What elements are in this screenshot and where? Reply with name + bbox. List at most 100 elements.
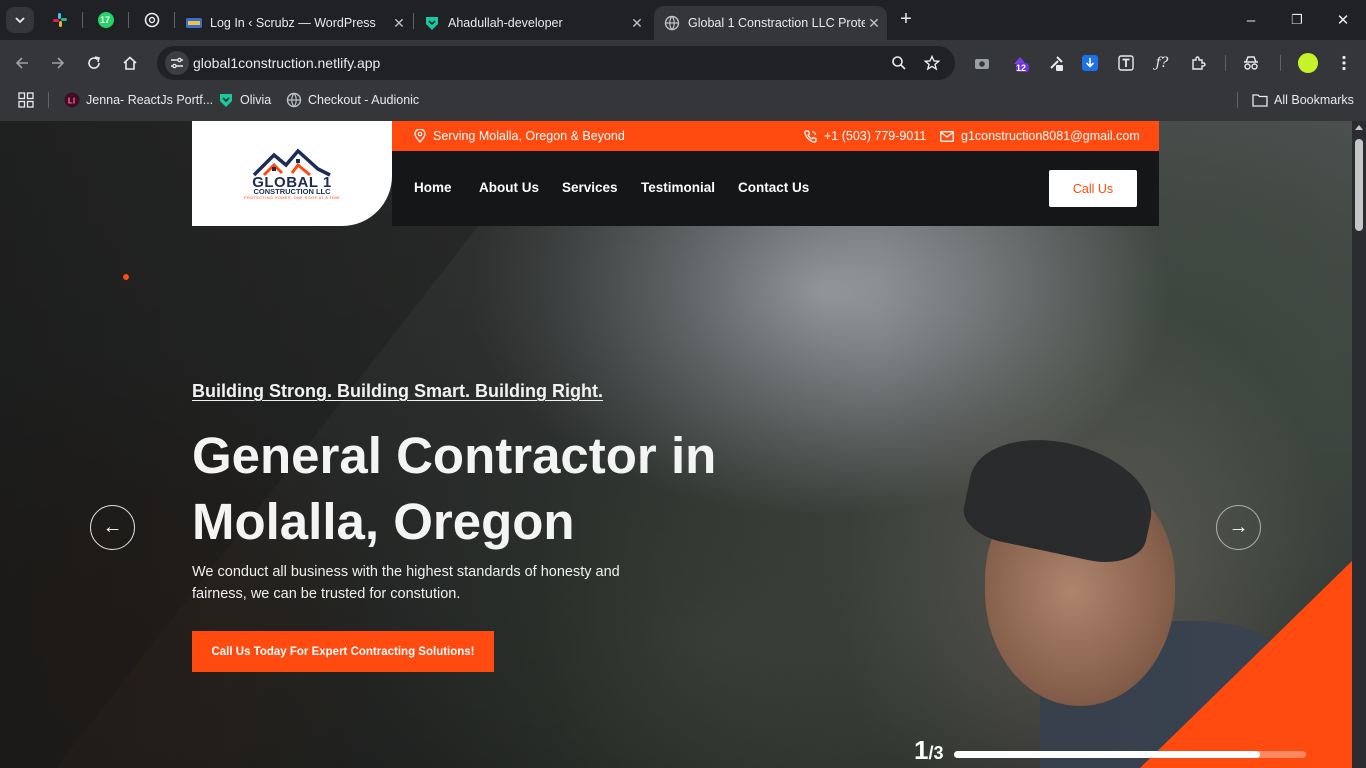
font-extension-icon[interactable]: ƒ? xyxy=(1152,53,1172,73)
shield-favicon-icon xyxy=(424,15,440,31)
openai-icon xyxy=(144,12,160,28)
bookmark-star-icon[interactable] xyxy=(923,54,941,72)
folder-icon xyxy=(1252,92,1268,108)
slide-counter: 1/3 xyxy=(914,735,943,766)
eyedropper-extension-icon[interactable] xyxy=(1046,53,1066,73)
nav-services[interactable]: Services xyxy=(562,180,618,195)
screenshot-extension-icon[interactable] xyxy=(972,53,992,73)
extensions-puzzle-icon[interactable] xyxy=(1188,53,1208,73)
close-window-button[interactable]: ✕ xyxy=(1320,6,1366,34)
all-bookmarks-button[interactable]: All Bookmarks xyxy=(1252,91,1354,109)
slide-total: /3 xyxy=(928,743,944,763)
tab-search-button[interactable] xyxy=(6,7,34,33)
main-navbar: Home About Us Services Testimonial Conta… xyxy=(392,151,1159,226)
bookmark-jenna[interactable]: Ll Jenna- ReactJs Portf... xyxy=(64,91,213,109)
tab-close-button[interactable]: ✕ xyxy=(628,15,646,32)
all-bookmarks-label: All Bookmarks xyxy=(1274,93,1354,107)
bookmark-olivia[interactable]: Olivia xyxy=(218,91,271,109)
site-info-button[interactable] xyxy=(165,51,189,75)
phone-text: +1 (503) 779-9011 xyxy=(824,129,927,143)
nav-about-us[interactable]: About Us xyxy=(479,180,539,195)
extension-purple-icon[interactable]: 12 xyxy=(1010,53,1030,73)
reload-icon xyxy=(88,56,100,69)
extension-badge: 12 xyxy=(1016,63,1027,73)
slider-prev-button[interactable]: ← xyxy=(90,505,135,550)
slider-next-button[interactable]: → xyxy=(1216,505,1261,550)
shield-favicon-icon xyxy=(218,92,234,108)
slider-progress-fill xyxy=(954,751,1261,758)
tab-ahadullah-developer[interactable]: Ahadullah-developer ✕ xyxy=(414,6,650,40)
slider-dot xyxy=(123,274,129,280)
bookmark-label: Checkout - Audionic xyxy=(308,93,420,107)
arrow-left-icon xyxy=(15,57,28,69)
download-extension-icon[interactable] xyxy=(1080,53,1100,73)
slide-current: 1 xyxy=(914,735,929,765)
new-tab-button[interactable]: + xyxy=(894,8,918,32)
arrow-right-icon xyxy=(52,57,65,69)
maximize-button[interactable]: ❐ xyxy=(1274,6,1320,34)
scroll-up-arrow-icon[interactable] xyxy=(1355,125,1363,130)
svg-text:Ll: Ll xyxy=(68,97,76,106)
email-text: g1construction8081@gmail.com xyxy=(961,129,1140,143)
pinned-tab-slack[interactable] xyxy=(48,8,72,32)
tab-close-button[interactable]: ✕ xyxy=(390,15,408,32)
logo-tagline: PROTECTING HOMES, ONE ROOF AT A TIME xyxy=(244,195,340,200)
whatsapp-badge: 17 xyxy=(100,15,111,25)
tune-icon xyxy=(171,57,183,69)
forward-button[interactable] xyxy=(44,49,72,77)
tab-title: Log In ‹ Scrubz — WordPress xyxy=(210,16,376,30)
hero-headline-line1: General Contractor in xyxy=(192,427,717,484)
address-bar[interactable]: global1construction.netlify.app xyxy=(157,46,955,80)
map-pin-icon xyxy=(414,129,426,143)
minimize-button[interactable]: – xyxy=(1228,6,1274,34)
tab-close-button[interactable]: ✕ xyxy=(865,15,883,32)
globe-icon xyxy=(286,92,302,108)
page-scrollbar[interactable] xyxy=(1352,121,1366,768)
location-text: Serving Molalla, Oregon & Beyond xyxy=(433,129,625,143)
slack-icon xyxy=(53,13,67,27)
scrollbar-thumb[interactable] xyxy=(1355,139,1363,231)
phone-link[interactable]: +1 (503) 779-9011 xyxy=(804,129,926,143)
back-button[interactable] xyxy=(8,49,36,77)
hero-description: We conduct all business with the highest… xyxy=(192,564,620,602)
tab-global1-construction[interactable]: Global 1 Constraction LLC Prote ✕ xyxy=(654,6,887,40)
globe-icon xyxy=(664,15,680,31)
pinned-tab-whatsapp[interactable]: 17 xyxy=(94,8,118,32)
home-button[interactable] xyxy=(116,49,144,77)
cta-button[interactable]: Call Us Today For Expert Contracting Sol… xyxy=(192,631,494,672)
profile-avatar[interactable] xyxy=(1296,51,1320,75)
email-link[interactable]: g1construction8081@gmail.com xyxy=(940,129,1140,143)
browser-toolbar: global1construction.netlify.app 12 ƒ? xyxy=(0,40,1366,86)
nav-testimonial[interactable]: Testimonial xyxy=(641,180,715,195)
arrow-right-icon: → xyxy=(1228,516,1249,538)
hero-tagline: Building Strong. Building Smart. Buildin… xyxy=(192,381,603,401)
slider-progress-bar xyxy=(954,751,1306,758)
hero-headline: General Contractor in Molalla, Oregon xyxy=(192,423,792,555)
bookmark-checkout-audionic[interactable]: Checkout - Audionic xyxy=(286,91,419,109)
zoom-icon[interactable] xyxy=(890,54,908,72)
pinned-tab-openai[interactable] xyxy=(140,8,164,32)
tab-wordpress[interactable]: Log In ‹ Scrubz — WordPress ✕ xyxy=(176,6,412,40)
nav-contact-us[interactable]: Contact Us xyxy=(738,180,809,195)
hero-headline-line2: Molalla, Oregon xyxy=(192,493,575,550)
menu-kebab-icon[interactable] xyxy=(1334,53,1354,73)
nav-home[interactable]: Home xyxy=(414,180,452,195)
chevron-down-icon xyxy=(15,17,25,24)
apps-grid-icon[interactable] xyxy=(18,91,34,109)
location-info: Serving Molalla, Oregon & Beyond xyxy=(414,129,625,143)
reload-button[interactable] xyxy=(80,49,108,77)
call-us-button[interactable]: Call Us xyxy=(1049,170,1137,207)
tab-bar: 17 Log In ‹ Scrubz — WordPress ✕ Ahadull… xyxy=(0,0,1366,40)
bookmark-label: Olivia xyxy=(240,93,272,107)
jenna-favicon-icon: Ll xyxy=(64,92,80,108)
home-icon xyxy=(123,56,137,70)
bookmark-label: Jenna- ReactJs Portf... xyxy=(86,93,214,107)
url-text[interactable]: global1construction.netlify.app xyxy=(193,55,380,71)
arrow-left-icon: ← xyxy=(102,516,123,538)
incognito-icon[interactable] xyxy=(1241,53,1261,73)
wordpress-favicon-icon xyxy=(186,15,202,31)
text-extension-icon[interactable] xyxy=(1116,53,1136,73)
phone-icon xyxy=(804,129,817,143)
tab-title: Ahadullah-developer xyxy=(448,16,563,30)
site-logo[interactable]: GLOBAL 1 CONSTRUCTION LLC PROTECTING HOM… xyxy=(192,121,392,226)
